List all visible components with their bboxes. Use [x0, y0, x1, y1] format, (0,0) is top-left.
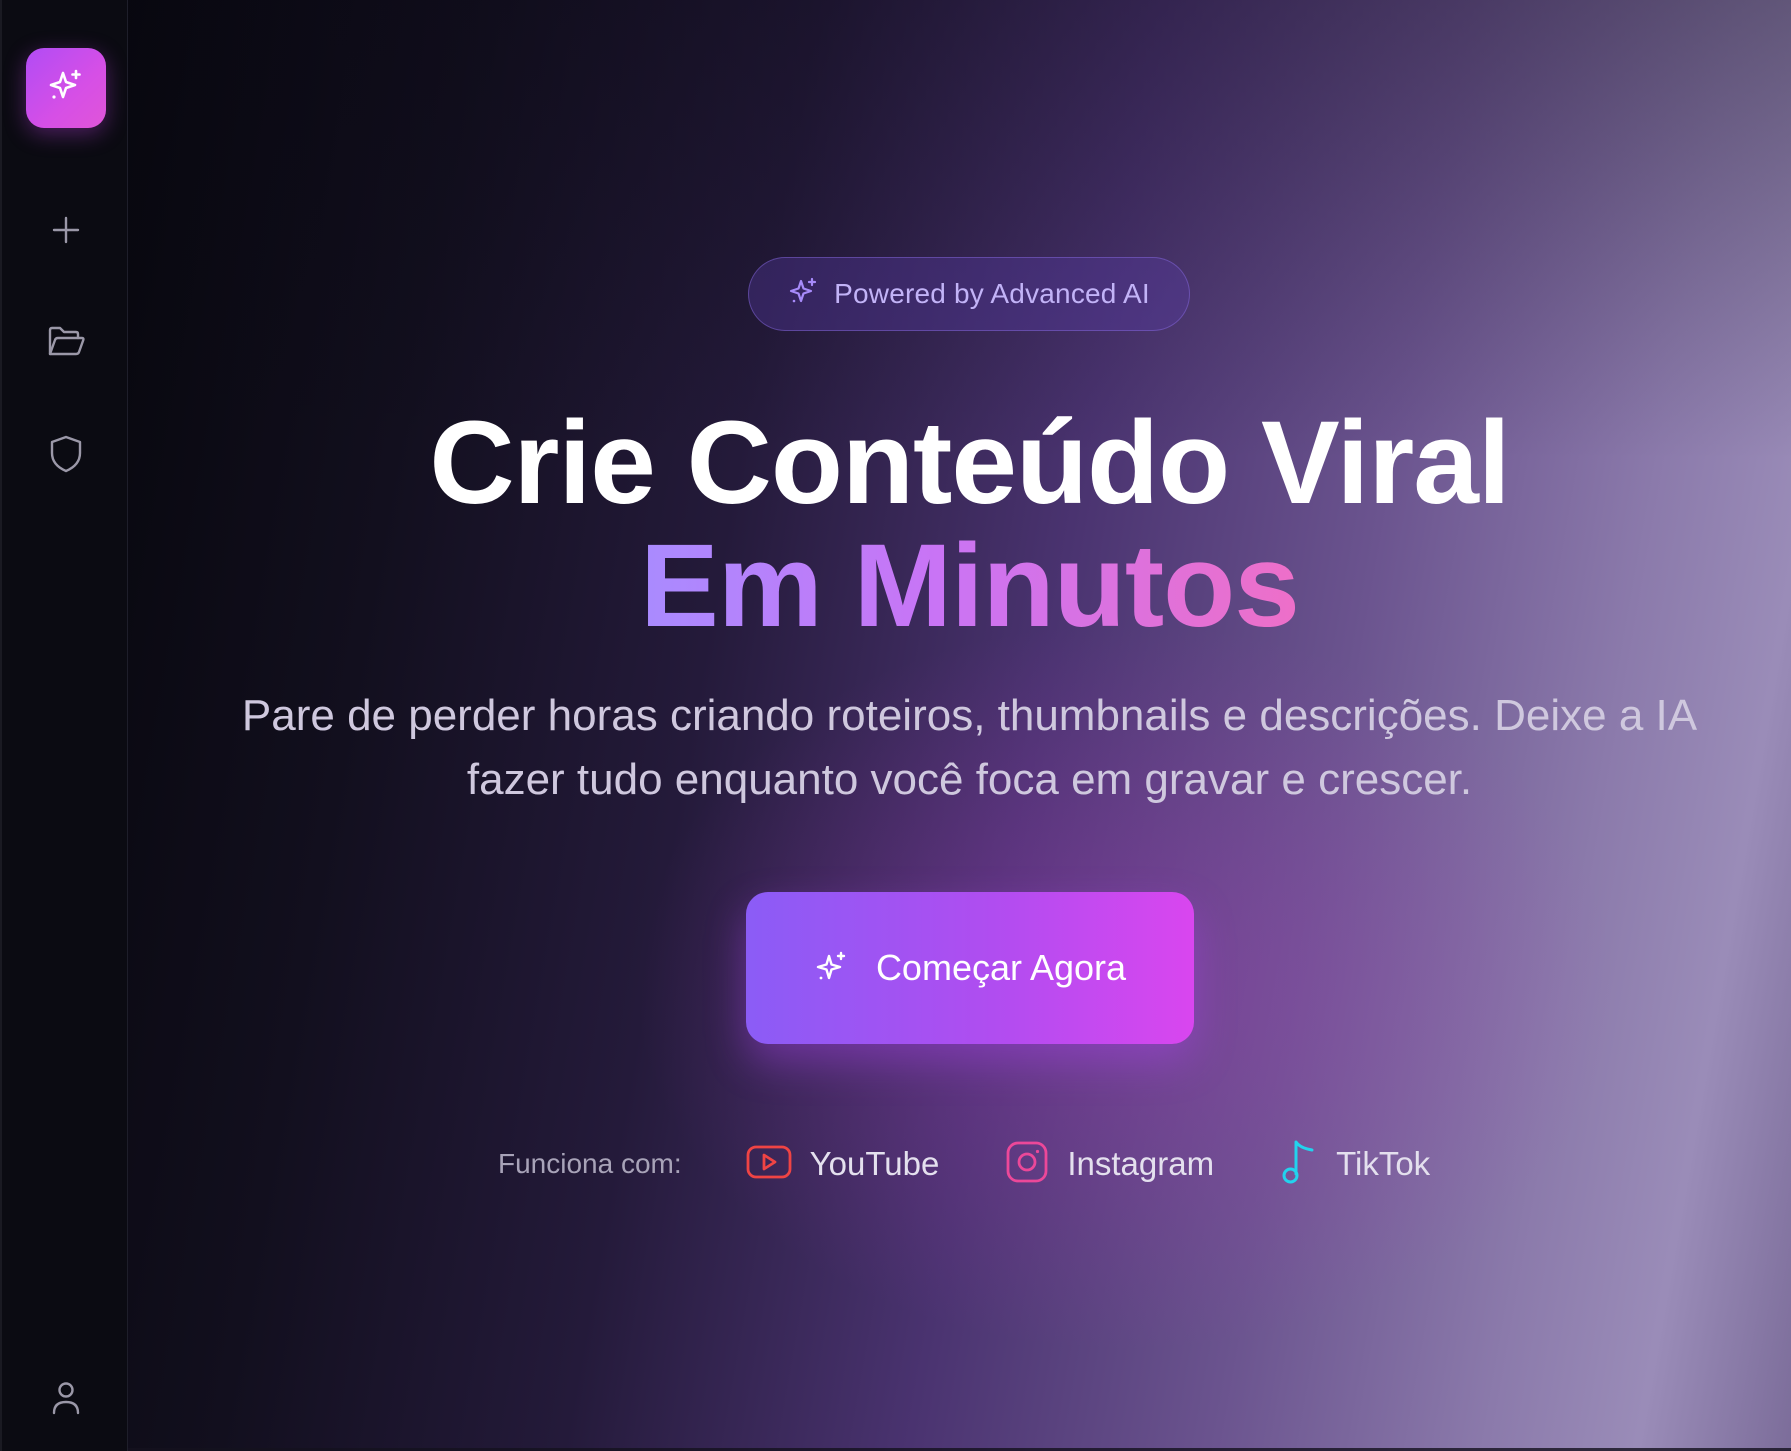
- youtube-icon: [746, 1144, 792, 1185]
- projects-button[interactable]: [38, 316, 94, 372]
- instagram-icon: [1005, 1140, 1049, 1189]
- sparkles-icon: [46, 66, 86, 111]
- app-window: Powered by Advanced AI Crie Conteúdo Vir…: [0, 0, 1791, 1451]
- profile-button[interactable]: [38, 1372, 94, 1428]
- powered-by-badge: Powered by Advanced AI: [748, 257, 1190, 331]
- supported-platforms: Funciona com: YouTube Instagram TikTok: [498, 1136, 1496, 1192]
- badge-label: Powered by Advanced AI: [834, 278, 1150, 309]
- headline-highlight: Em Minutos: [128, 518, 1791, 654]
- platform-label: YouTube: [809, 1145, 940, 1182]
- works-with-label: Funciona com:: [498, 1148, 682, 1179]
- folder-open-icon: [46, 324, 86, 365]
- logo-button[interactable]: [26, 48, 106, 128]
- headline-highlight-text: Em Minutos: [640, 520, 1300, 652]
- platform-youtube: YouTube: [746, 1144, 940, 1185]
- plus-icon: [50, 214, 82, 251]
- headline-primary: Crie Conteúdo Viral: [429, 397, 1510, 529]
- platform-tiktok: TikTok: [1280, 1138, 1430, 1191]
- security-button[interactable]: [38, 428, 94, 484]
- user-icon: [50, 1380, 82, 1421]
- sidebar: [0, 0, 128, 1451]
- new-item-button[interactable]: [38, 204, 94, 260]
- hero-section: Powered by Advanced AI Crie Conteúdo Vir…: [128, 0, 1791, 1451]
- start-now-label: Começar Agora: [875, 947, 1127, 988]
- sparkles-icon: [814, 949, 850, 988]
- start-now-button[interactable]: Começar Agora: [746, 892, 1194, 1044]
- platform-instagram: Instagram: [1005, 1140, 1214, 1189]
- platform-label: Instagram: [1067, 1145, 1215, 1182]
- hero-subtitle: Pare de perder horas criando roteiros, t…: [241, 691, 1698, 804]
- shield-icon: [49, 434, 83, 479]
- platform-label: TikTok: [1336, 1145, 1431, 1182]
- tiktok-icon: [1280, 1138, 1318, 1191]
- sparkles-icon: [788, 276, 820, 313]
